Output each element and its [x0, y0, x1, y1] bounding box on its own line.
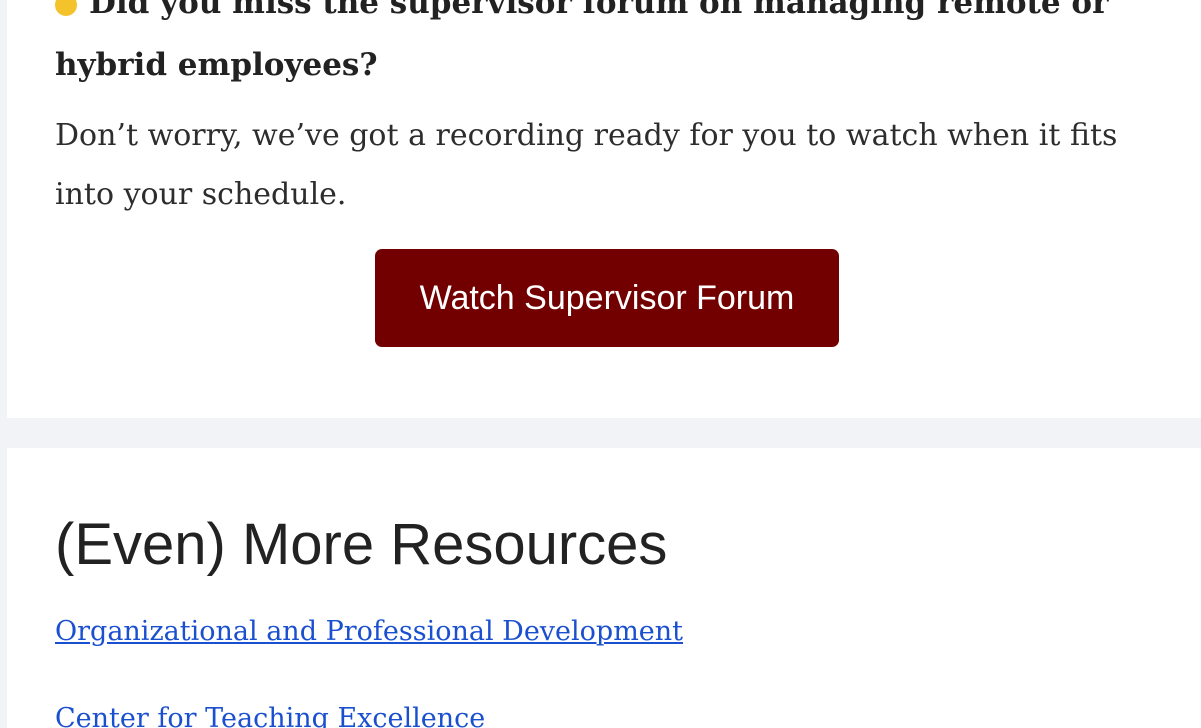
forum-heading: Did you miss the supervisor forum on man… — [55, 0, 1155, 96]
forum-body-text: Don’t worry, we’ve got a recording ready… — [55, 118, 1118, 212]
email-page: Did you miss the supervisor forum on man… — [0, 0, 1201, 728]
forum-heading-text: Did you miss the supervisor forum on man… — [55, 0, 1109, 83]
resource-link-cte[interactable]: Center for Teaching Excellence — [55, 703, 485, 728]
emoji-icon — [55, 0, 77, 16]
resources-card: (Even) More Resources Organizational and… — [7, 448, 1201, 728]
forum-card: Did you miss the supervisor forum on man… — [7, 0, 1201, 418]
resource-link-opd[interactable]: Organizational and Professional Developm… — [55, 616, 683, 647]
watch-forum-button[interactable]: Watch Supervisor Forum — [375, 249, 839, 347]
resources-title: (Even) More Resources — [55, 512, 668, 577]
